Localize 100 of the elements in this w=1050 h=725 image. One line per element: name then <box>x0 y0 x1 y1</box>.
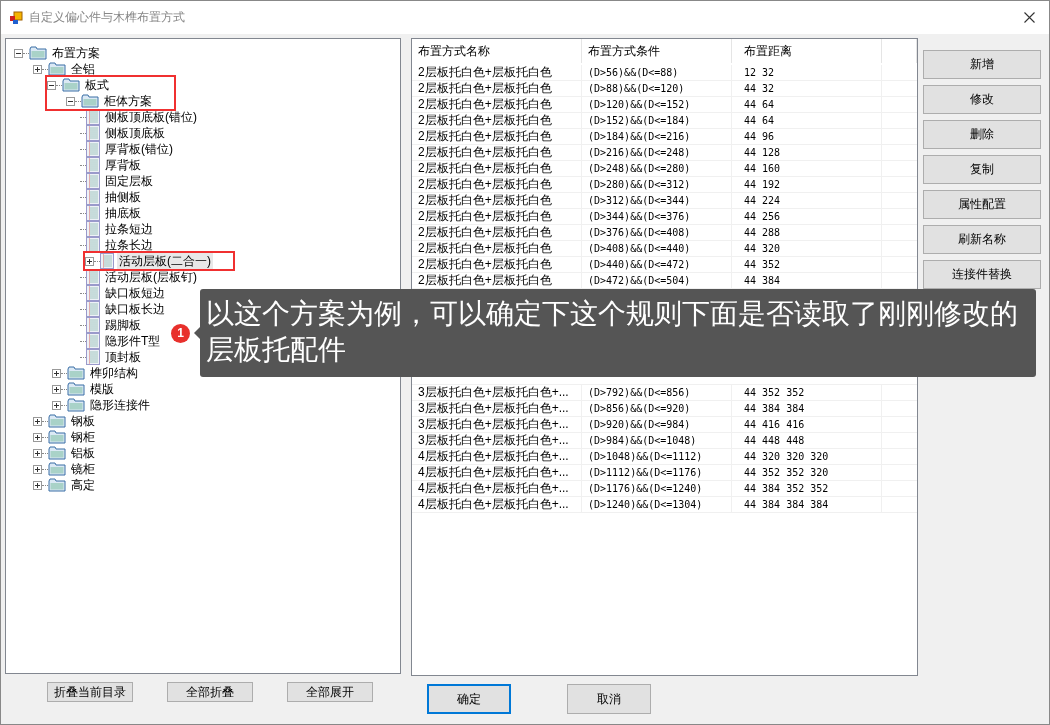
tree-item[interactable]: 活动层板(层板钉) <box>103 269 199 285</box>
folder-icon <box>48 446 66 460</box>
tree-item[interactable]: 抽底板 <box>103 205 143 221</box>
tree-item[interactable]: 镜柜 <box>69 461 97 477</box>
table-cell: 44 352 352 320 <box>732 465 882 480</box>
tree-item[interactable]: 厚背板(错位) <box>103 141 175 157</box>
table-cell: (D>280)&&(D<=312) <box>582 177 732 192</box>
expand-icon[interactable] <box>33 448 42 458</box>
tree-item[interactable]: 拉条短边 <box>103 221 155 237</box>
action-button[interactable]: 连接件替换 <box>923 260 1041 289</box>
table-cell: 2层板托白色+层板托白色 <box>412 65 582 80</box>
table-cell: 2层板托白色+层板托白色 <box>412 177 582 192</box>
tree-item[interactable]: 活动层板(二合一) <box>117 253 213 269</box>
tree-item[interactable]: 钢柜 <box>69 429 97 445</box>
folder-icon <box>67 382 85 396</box>
folder-icon <box>48 478 66 492</box>
tree-button[interactable]: 全部折叠 <box>167 682 253 702</box>
expand-icon[interactable] <box>33 464 42 474</box>
document-icon <box>100 253 114 269</box>
expand-icon[interactable] <box>52 368 61 378</box>
tree-button[interactable]: 折叠当前目录 <box>47 682 133 702</box>
expand-icon[interactable] <box>85 256 94 266</box>
window-title: 自定义偏心件与木榫布置方式 <box>29 9 185 26</box>
tree-button[interactable]: 全部展开 <box>287 682 373 702</box>
table-cell: 3层板托白色+层板托白色+... <box>412 417 582 432</box>
action-button[interactable]: 属性配置 <box>923 190 1041 219</box>
table-cell: 44 288 <box>732 225 882 240</box>
table-cell: 12 32 <box>732 65 882 80</box>
document-icon <box>86 205 100 221</box>
tree-item[interactable]: 踢脚板 <box>103 317 143 333</box>
tree-item[interactable]: 铝板 <box>69 445 97 461</box>
close-icon[interactable] <box>1024 12 1035 23</box>
tree-item[interactable]: 侧板顶底板 <box>103 125 167 141</box>
callout-text: 以这个方案为例，可以确定下这个规则下面是否读取了刚刚修改的层板托配件 <box>200 289 1036 377</box>
table-cell: 44 64 <box>732 113 882 128</box>
ok-button[interactable]: 确定 <box>427 684 511 714</box>
expand-icon[interactable] <box>52 400 61 410</box>
action-button[interactable]: 修改 <box>923 85 1041 114</box>
folder-icon <box>67 398 85 412</box>
table-cell: 44 448 448 <box>732 433 882 448</box>
action-button[interactable]: 刷新名称 <box>923 225 1041 254</box>
column-header[interactable]: 布置距离 <box>732 39 882 63</box>
table-cell: 44 352 <box>732 257 882 272</box>
document-icon <box>86 301 100 317</box>
table-cell: 2层板托白色+层板托白色 <box>412 241 582 256</box>
document-icon <box>86 333 100 349</box>
column-header[interactable]: 布置方式条件 <box>582 39 732 63</box>
table-cell: 2层板托白色+层板托白色 <box>412 193 582 208</box>
expand-icon[interactable] <box>33 432 42 442</box>
table-cell: (D>472)&&(D<=504) <box>582 273 732 288</box>
expand-icon[interactable] <box>33 64 42 74</box>
tree-item[interactable]: 厚背板 <box>103 157 143 173</box>
tree-item[interactable]: 榫卯结构 <box>88 365 140 381</box>
tree-item[interactable]: 隐形连接件 <box>88 397 152 413</box>
table-cell: (D>792)&&(D<=856) <box>582 385 732 400</box>
table-cell: 2层板托白色+层板托白色 <box>412 81 582 96</box>
tree-item[interactable]: 缺口板长边 <box>103 301 167 317</box>
document-icon <box>86 317 100 333</box>
action-button[interactable]: 删除 <box>923 120 1041 149</box>
expand-icon[interactable] <box>33 416 42 426</box>
table-cell: 2层板托白色+层板托白色 <box>412 145 582 160</box>
tree-item[interactable]: 板式 <box>83 77 111 93</box>
table-cell: 44 384 384 <box>732 401 882 416</box>
action-button[interactable]: 复制 <box>923 155 1041 184</box>
action-button[interactable]: 新增 <box>923 50 1041 79</box>
folder-icon <box>81 94 99 108</box>
table-cell: 2层板托白色+层板托白色 <box>412 257 582 272</box>
tree-item[interactable]: 布置方案 <box>50 45 102 61</box>
expand-icon[interactable] <box>33 480 42 490</box>
tree-item[interactable]: 侧板顶底板(错位) <box>103 109 199 125</box>
tree-item[interactable]: 缺口板短边 <box>103 285 167 301</box>
collapse-icon[interactable] <box>66 96 75 106</box>
folder-icon <box>62 78 80 92</box>
document-icon <box>86 285 100 301</box>
tree-item[interactable]: 钢板 <box>69 413 97 429</box>
tree-item[interactable]: 固定层板 <box>103 173 155 189</box>
tree-item[interactable]: 柜体方案 <box>102 93 154 109</box>
table-cell: 4层板托白色+层板托白色+... <box>412 465 582 480</box>
collapse-icon[interactable] <box>14 48 23 58</box>
table-cell: 44 128 <box>732 145 882 160</box>
tree-item[interactable]: 顶封板 <box>103 349 143 365</box>
tree-item[interactable]: 高定 <box>69 477 97 493</box>
table-cell: 44 320 <box>732 241 882 256</box>
tree-item[interactable]: 拉条长边 <box>103 237 155 253</box>
table-cell: (D>376)&&(D<=408) <box>582 225 732 240</box>
table-cell: 44 256 <box>732 209 882 224</box>
column-header[interactable]: 布置方式名称 <box>412 39 582 63</box>
expand-icon[interactable] <box>52 384 61 394</box>
tree-item[interactable]: 模版 <box>88 381 116 397</box>
cancel-button[interactable]: 取消 <box>567 684 651 714</box>
table-cell: 2层板托白色+层板托白色 <box>412 225 582 240</box>
tree-item[interactable]: 隐形件T型 <box>103 333 163 349</box>
table-cell: (D>312)&&(D<=344) <box>582 193 732 208</box>
table-cell: (D>120)&&(D<=152) <box>582 97 732 112</box>
collapse-icon[interactable] <box>47 80 56 90</box>
tree-item[interactable]: 抽侧板 <box>103 189 143 205</box>
tree-item[interactable]: 全铝 <box>69 61 97 77</box>
table-cell: 4层板托白色+层板托白色+... <box>412 497 582 512</box>
folder-icon <box>48 430 66 444</box>
folder-icon <box>48 62 66 76</box>
